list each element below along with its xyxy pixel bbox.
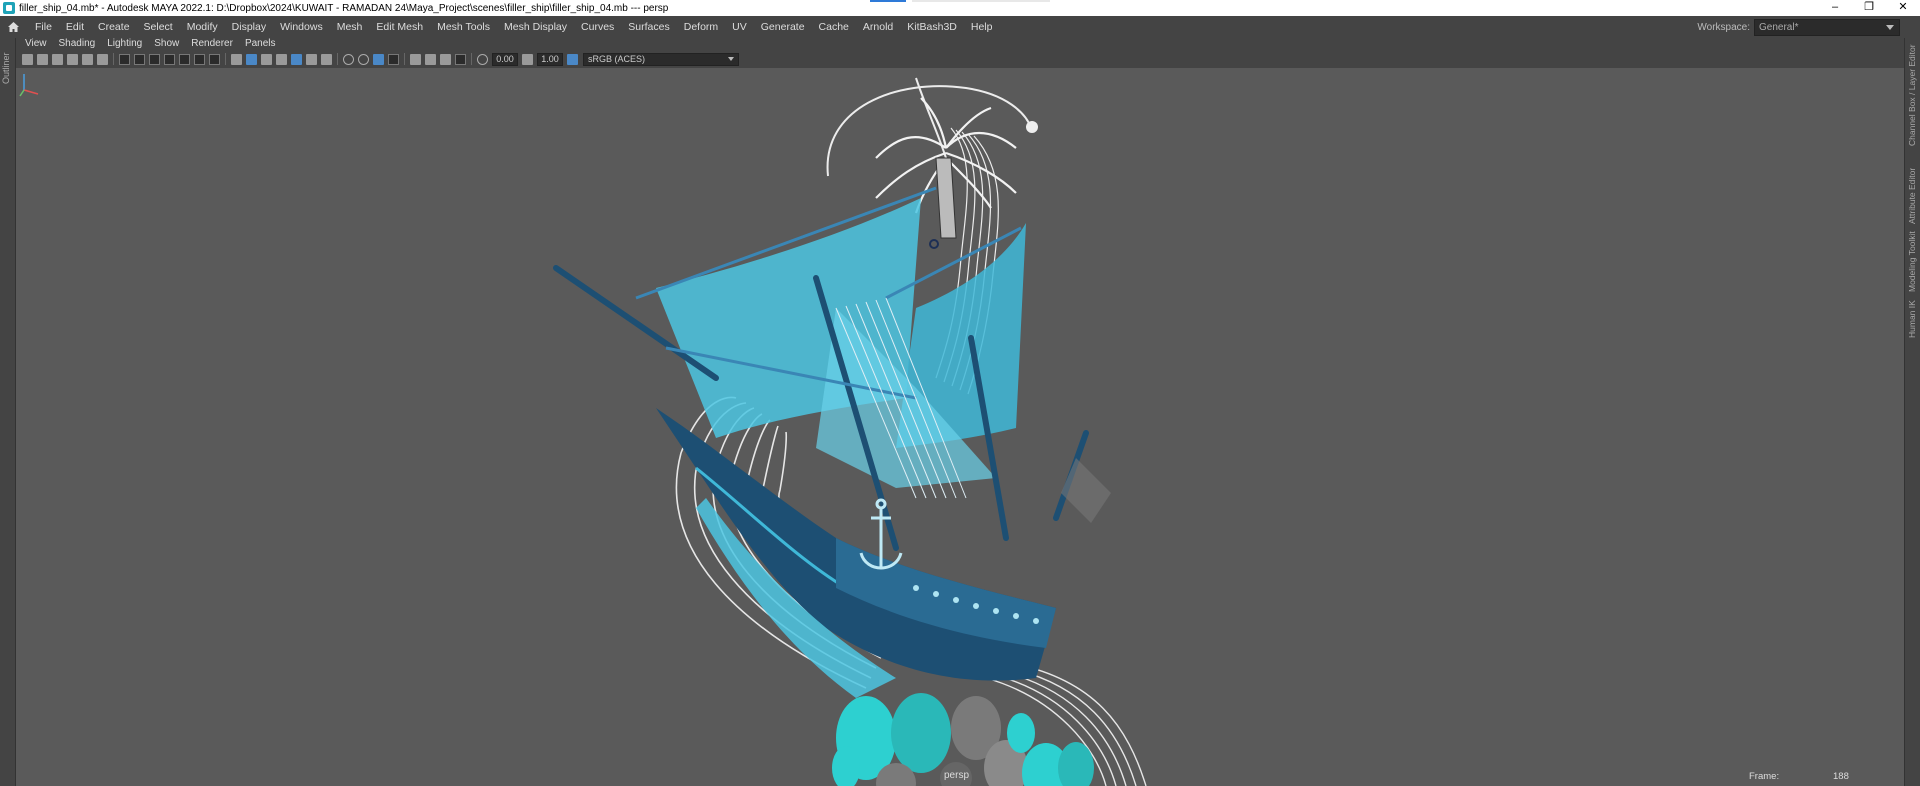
wireframe-on-shaded-icon[interactable] <box>291 53 302 65</box>
exposure-field[interactable]: 0.00 <box>492 52 518 66</box>
title-accent-2 <box>912 0 1050 2</box>
toolbar-separator <box>113 53 114 65</box>
menu-mesh-tools[interactable]: Mesh Tools <box>430 16 497 38</box>
panel-menu-renderer[interactable]: Renderer <box>185 38 239 50</box>
lights-icon[interactable] <box>306 53 317 65</box>
toolbar-separator <box>404 53 405 65</box>
panel-menu-lighting[interactable]: Lighting <box>101 38 148 50</box>
ambient-occlusion-icon[interactable] <box>343 53 354 65</box>
menu-uv[interactable]: UV <box>725 16 754 38</box>
human-ik-tab[interactable]: Human IK <box>1907 300 1917 338</box>
camera-name-label: persp <box>944 770 970 781</box>
menu-mesh-display[interactable]: Mesh Display <box>497 16 574 38</box>
side-panel <box>1061 458 1111 523</box>
resolution-gate-icon[interactable] <box>149 53 160 65</box>
left-dock: Outliner <box>0 38 16 786</box>
isolate-select-icon[interactable] <box>410 53 421 65</box>
motion-blur-icon[interactable] <box>358 53 369 65</box>
palm-trunk <box>935 157 957 239</box>
panel-menu-panels[interactable]: Panels <box>239 38 282 50</box>
menu-select[interactable]: Select <box>137 16 180 38</box>
title-bar: filler_ship_04.mb* - Autodesk MAYA 2022.… <box>0 0 1920 16</box>
field-chart-icon[interactable] <box>179 53 190 65</box>
menu-cache[interactable]: Cache <box>812 16 856 38</box>
menu-modify[interactable]: Modify <box>180 16 225 38</box>
pivot-marker <box>929 239 939 249</box>
maya-app-icon <box>3 2 15 14</box>
gamma-field[interactable]: 1.00 <box>537 52 563 66</box>
home-icon[interactable] <box>4 18 22 36</box>
gamma-icon[interactable] <box>522 53 533 65</box>
default-material-icon[interactable] <box>261 53 272 65</box>
close-button[interactable]: ✕ <box>1886 0 1920 16</box>
panel-toolbar: 0.00 1.00 sRGB (ACES) <box>16 50 1904 68</box>
menu-arnold[interactable]: Arnold <box>856 16 900 38</box>
panel-menubar: View Shading Lighting Show Renderer Pane… <box>16 38 1904 50</box>
menu-edit-mesh[interactable]: Edit Mesh <box>369 16 430 38</box>
2d-pan-zoom-icon[interactable] <box>82 53 93 65</box>
main-menubar: File Edit Create Select Modify Display W… <box>0 16 1920 38</box>
toolbar-separator <box>471 53 472 65</box>
menu-display[interactable]: Display <box>225 16 273 38</box>
right-dock: Channel Box / Layer Editor Attribute Edi… <box>1904 38 1920 786</box>
exposure-icon[interactable] <box>477 53 488 65</box>
panel-menu-show[interactable]: Show <box>148 38 185 50</box>
film-gate-icon[interactable] <box>134 53 145 65</box>
persp-viewport[interactable]: persp Frame: 188 <box>16 68 1904 786</box>
wireframe-icon[interactable] <box>231 53 242 65</box>
panel-menu-shading[interactable]: Shading <box>53 38 102 50</box>
menu-surfaces[interactable]: Surfaces <box>621 16 676 38</box>
menu-deform[interactable]: Deform <box>677 16 725 38</box>
anti-aliasing-icon[interactable] <box>373 53 384 65</box>
smooth-shade-icon[interactable] <box>246 53 257 65</box>
menu-windows[interactable]: Windows <box>273 16 330 38</box>
toolbar-separator <box>337 53 338 65</box>
menu-edit[interactable]: Edit <box>59 16 91 38</box>
menu-generate[interactable]: Generate <box>754 16 812 38</box>
grease-pencil-icon[interactable] <box>97 53 108 65</box>
menu-mesh[interactable]: Mesh <box>330 16 370 38</box>
frame-label: Frame: <box>1749 771 1780 782</box>
title-accent <box>870 0 906 2</box>
color-management-icon[interactable] <box>567 53 578 65</box>
workspace-selector: Workspace: General* <box>1697 19 1900 36</box>
menu-kitbash3d[interactable]: KitBash3D <box>900 16 964 38</box>
outliner-tab[interactable]: Outliner <box>1 52 11 84</box>
textured-icon[interactable] <box>276 53 287 65</box>
depth-of-field-icon[interactable] <box>388 53 399 65</box>
view-transform-dropdown[interactable]: sRGB (ACES) <box>583 52 739 66</box>
select-camera-icon[interactable] <box>22 53 33 65</box>
backface-culling-icon[interactable] <box>455 53 466 65</box>
workspace-dropdown[interactable]: General* <box>1754 19 1900 36</box>
minimize-button[interactable]: – <box>1818 0 1852 16</box>
menu-help[interactable]: Help <box>964 16 1000 38</box>
safe-action-icon[interactable] <box>194 53 205 65</box>
xray-joints-icon[interactable] <box>440 53 451 65</box>
bookmark-icon[interactable] <box>52 53 63 65</box>
menu-curves[interactable]: Curves <box>574 16 621 38</box>
axis-gizmo <box>19 74 39 97</box>
camera-attributes-icon[interactable] <box>37 53 48 65</box>
shadows-icon[interactable] <box>321 53 332 65</box>
restore-button[interactable]: ❐ <box>1852 0 1886 16</box>
window-controls: – ❐ ✕ <box>1818 0 1920 16</box>
panel-menu-view[interactable]: View <box>16 38 53 50</box>
window-title: filler_ship_04.mb* - Autodesk MAYA 2022.… <box>19 2 669 14</box>
modeling-toolkit-tab[interactable]: Modeling Toolkit <box>1907 231 1917 292</box>
menu-create[interactable]: Create <box>91 16 137 38</box>
grid-icon[interactable] <box>119 53 130 65</box>
gate-mask-icon[interactable] <box>164 53 175 65</box>
image-plane-icon[interactable] <box>67 53 78 65</box>
ship-scene <box>553 77 1147 786</box>
tree-ornament <box>1026 121 1038 133</box>
safe-title-icon[interactable] <box>209 53 220 65</box>
menu-file[interactable]: File <box>28 16 59 38</box>
attribute-editor-tab[interactable]: Attribute Editor <box>1907 168 1917 224</box>
toolbar-separator <box>225 53 226 65</box>
workspace-label: Workspace: <box>1697 22 1750 33</box>
frame-value: 188 <box>1833 771 1849 782</box>
channel-box-tab[interactable]: Channel Box / Layer Editor <box>1907 44 1917 146</box>
xray-icon[interactable] <box>425 53 436 65</box>
